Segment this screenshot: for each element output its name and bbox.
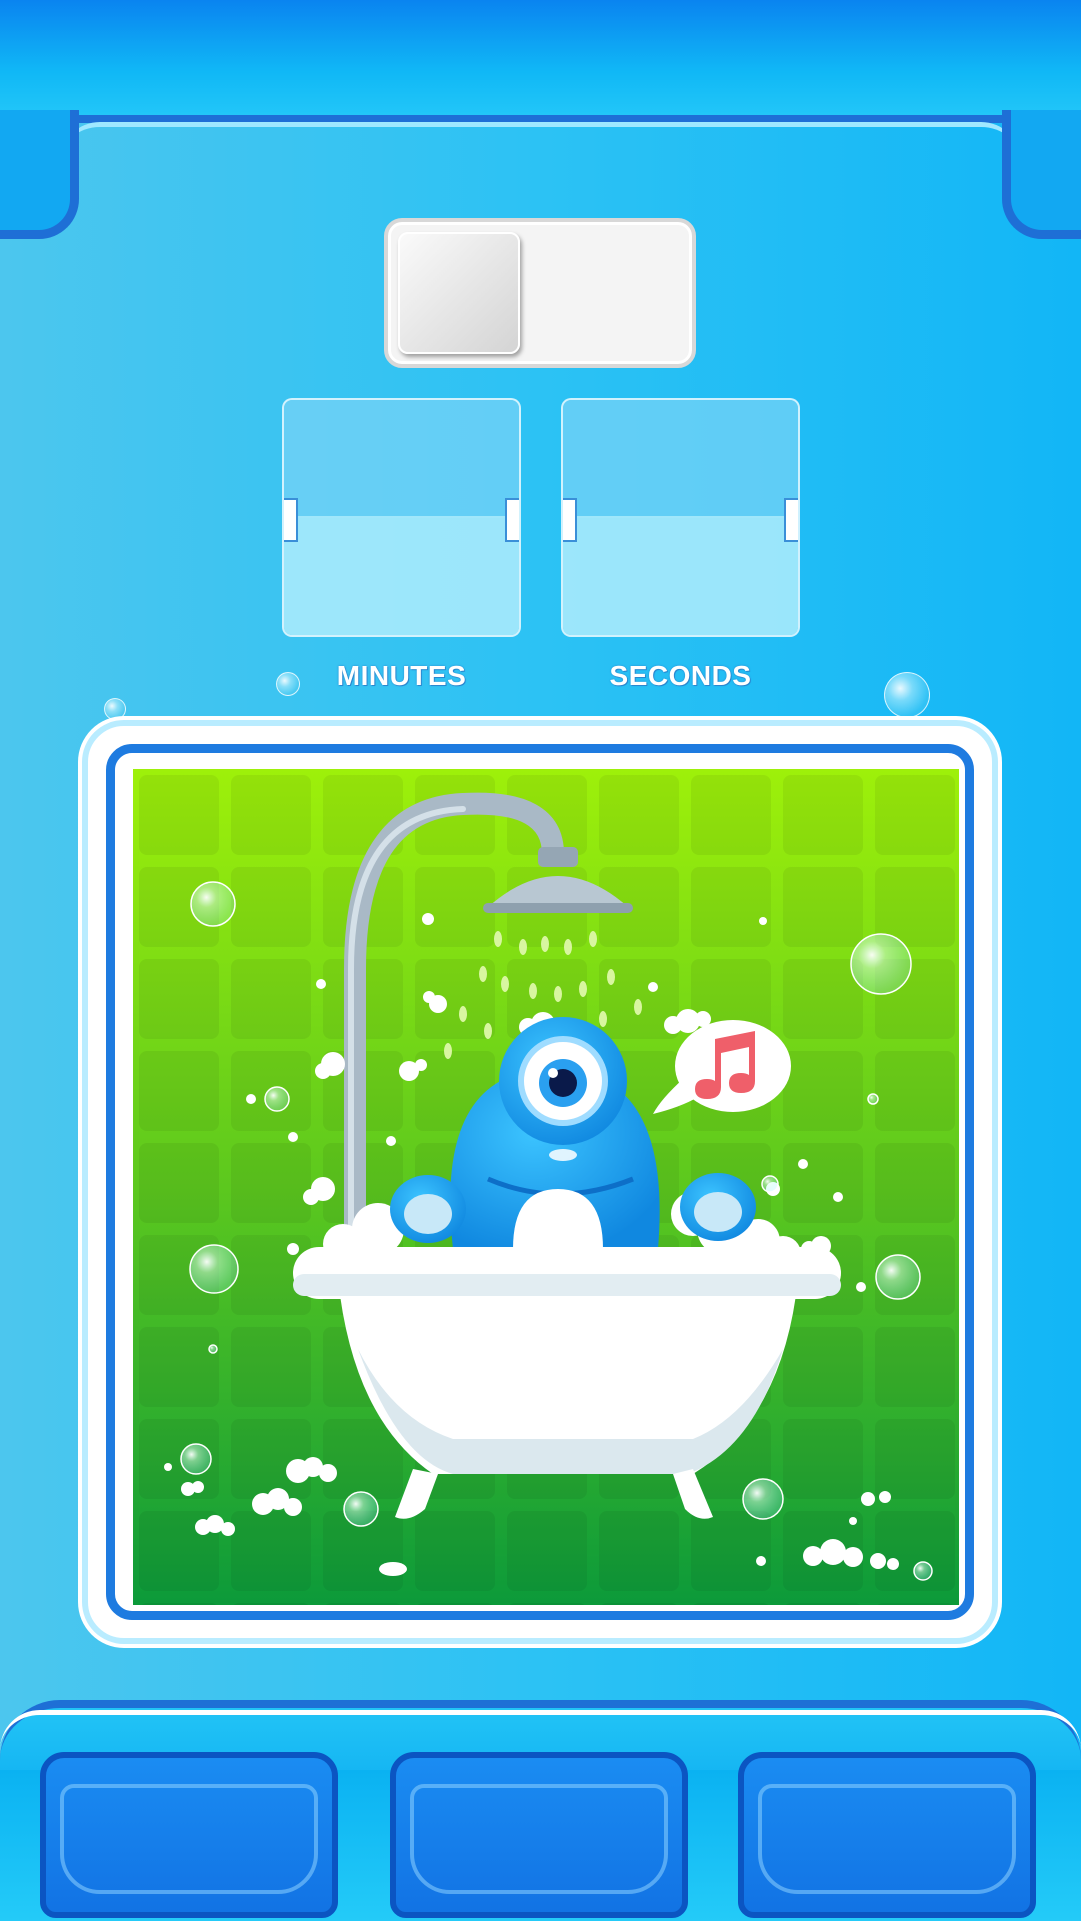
nav-button-left-gloss	[60, 1784, 318, 1894]
nav-button-left[interactable]	[40, 1752, 338, 1918]
nav-button-middle[interactable]	[390, 1752, 688, 1918]
minutes-display[interactable]	[282, 398, 521, 637]
minutes-display-upper	[284, 400, 519, 518]
seconds-label: SECONDS	[609, 660, 752, 691]
seconds-display[interactable]	[561, 398, 800, 637]
bath-scene[interactable]	[133, 769, 959, 1605]
minutes-label: MINUTES	[336, 660, 467, 691]
nav-button-middle-gloss	[410, 1784, 668, 1894]
bubble-icon	[104, 698, 126, 720]
seconds-flip-tab-left	[563, 498, 577, 542]
panel-corner-left	[0, 110, 79, 239]
sound-toggle-switch[interactable]	[384, 218, 696, 368]
minutes-flip-tab-left	[284, 498, 298, 542]
nav-button-right[interactable]	[738, 1752, 1036, 1918]
minutes-display-lower	[284, 516, 519, 635]
bubble-icon	[276, 672, 300, 696]
panel-frame-highlight	[60, 122, 1021, 167]
nav-button-right-gloss	[758, 1784, 1016, 1894]
scene-frame	[88, 726, 992, 1638]
seconds-display-upper	[563, 400, 798, 518]
bubble-icon	[884, 672, 930, 718]
top-bar	[0, 0, 1081, 120]
seconds-display-lower	[563, 516, 798, 635]
panel-corner-right	[1002, 110, 1081, 239]
seconds-flip-tab-right	[784, 498, 798, 542]
minutes-flip-tab-right	[505, 498, 519, 542]
toggle-knob[interactable]	[398, 232, 520, 354]
bath-scene-illustration	[133, 769, 959, 1605]
